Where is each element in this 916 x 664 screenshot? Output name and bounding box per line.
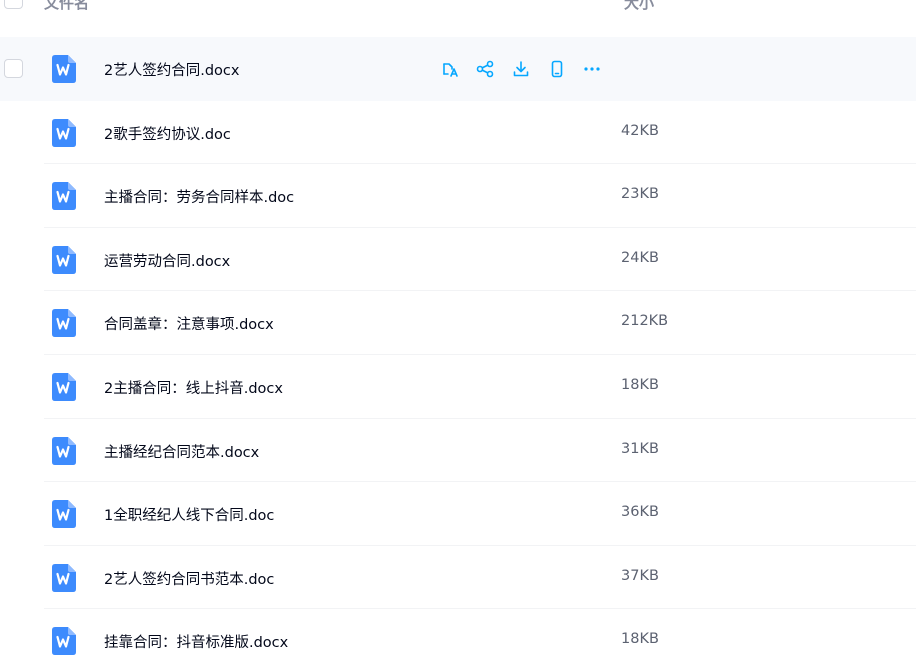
column-header-size[interactable]: 大小 (624, 0, 654, 13)
file-row[interactable]: 2艺人签约合同.docx (0, 37, 916, 101)
file-row[interactable]: 2艺人签约合同书范本.doc 37KB (0, 546, 916, 610)
word-doc-icon (52, 55, 76, 83)
row-checkbox[interactable] (4, 59, 23, 78)
file-size: 18KB (621, 376, 659, 393)
word-doc-icon (52, 436, 76, 465)
word-doc-icon (52, 500, 76, 529)
phone-icon[interactable] (546, 58, 568, 80)
file-name[interactable]: 2主播合同：线上抖音.docx (104, 377, 283, 398)
file-row[interactable]: 主播经纪合同范本.docx 31KB (0, 419, 916, 483)
file-row[interactable]: 2主播合同：线上抖音.docx 18KB (0, 355, 916, 419)
file-row[interactable]: 1全职经纪人线下合同.doc 36KB (0, 482, 916, 546)
file-name[interactable]: 主播合同：劳务合同样本.doc (104, 186, 294, 207)
more-icon[interactable] (581, 58, 603, 80)
translate-icon[interactable] (440, 58, 462, 80)
file-row[interactable]: 合同盖章：注意事项.docx 212KB (0, 291, 916, 355)
word-doc-icon (52, 245, 76, 274)
file-size: 31KB (621, 440, 659, 457)
file-row[interactable]: 挂靠合同：抖音标准版.docx 18KB (0, 609, 916, 664)
file-row[interactable]: 2歌手签约协议.doc 42KB (0, 101, 916, 165)
word-doc-icon (52, 563, 76, 592)
file-size: 37KB (621, 567, 659, 584)
select-all-checkbox[interactable] (4, 0, 23, 9)
file-name[interactable]: 主播经纪合同范本.docx (104, 441, 259, 462)
file-name[interactable]: 合同盖章：注意事项.docx (104, 313, 274, 334)
file-name[interactable]: 挂靠合同：抖音标准版.docx (104, 631, 288, 652)
word-doc-icon (52, 182, 76, 211)
word-doc-icon (52, 372, 76, 401)
download-icon[interactable] (510, 58, 532, 80)
file-size: 18KB (621, 631, 659, 648)
file-list-header: 文件名 大小 (0, 0, 916, 18)
word-doc-icon (52, 118, 76, 147)
file-name[interactable]: 2艺人签约合同.docx (104, 59, 239, 80)
file-row[interactable]: 运营劳动合同.docx 24KB (0, 228, 916, 292)
file-name[interactable]: 2歌手签约协议.doc (104, 123, 231, 144)
file-row[interactable]: 主播合同：劳务合同样本.doc 23KB (0, 164, 916, 228)
file-size: 24KB (621, 249, 659, 266)
file-size: 42KB (621, 122, 659, 139)
file-size: 23KB (621, 186, 659, 203)
column-header-name[interactable]: 文件名 (44, 0, 89, 13)
file-name[interactable]: 运营劳动合同.docx (104, 250, 230, 271)
word-doc-icon (52, 627, 76, 656)
share-icon[interactable] (474, 58, 496, 80)
file-list: 2艺人签约合同.docx 2歌手签约协议.doc 42KB 主播合同：劳务合同样… (0, 37, 916, 664)
file-name[interactable]: 1全职经纪人线下合同.doc (104, 504, 274, 525)
file-name[interactable]: 2艺人签约合同书范本.doc (104, 568, 274, 589)
file-size: 36KB (621, 504, 659, 521)
file-size: 212KB (621, 313, 669, 330)
word-doc-icon (52, 309, 76, 338)
